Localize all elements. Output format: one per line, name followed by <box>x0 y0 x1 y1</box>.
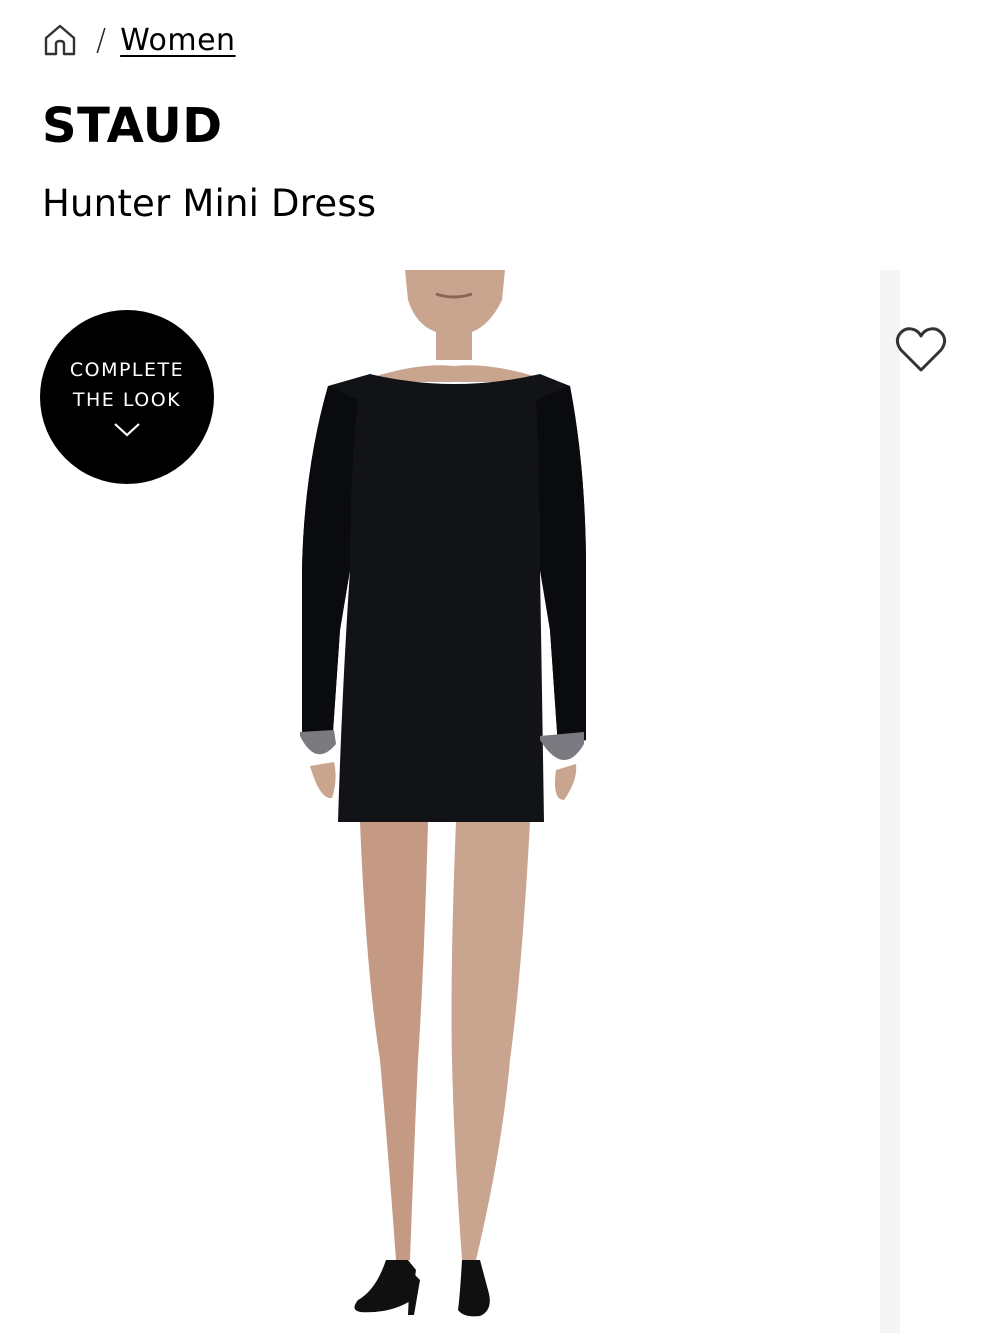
gallery-next-image-peek[interactable] <box>880 270 900 1333</box>
heart-icon[interactable] <box>893 324 949 376</box>
breadcrumb-separator: / <box>96 22 107 58</box>
product-image[interactable] <box>240 270 660 1333</box>
brand-name[interactable]: STAUD <box>42 98 223 154</box>
product-page: / Women STAUD Hunter Mini Dress COMPLETE… <box>0 0 1000 1333</box>
breadcrumb-link-women[interactable]: Women <box>120 23 235 58</box>
home-icon[interactable] <box>42 22 78 58</box>
complete-the-look-button[interactable]: COMPLETE THE LOOK <box>40 310 214 484</box>
product-title: Hunter Mini Dress <box>42 182 377 225</box>
complete-the-look-line2: THE LOOK <box>72 389 182 411</box>
complete-the-look-line1: COMPLETE <box>69 359 185 381</box>
chevron-down-icon <box>114 423 140 437</box>
breadcrumb: / Women <box>42 20 236 60</box>
